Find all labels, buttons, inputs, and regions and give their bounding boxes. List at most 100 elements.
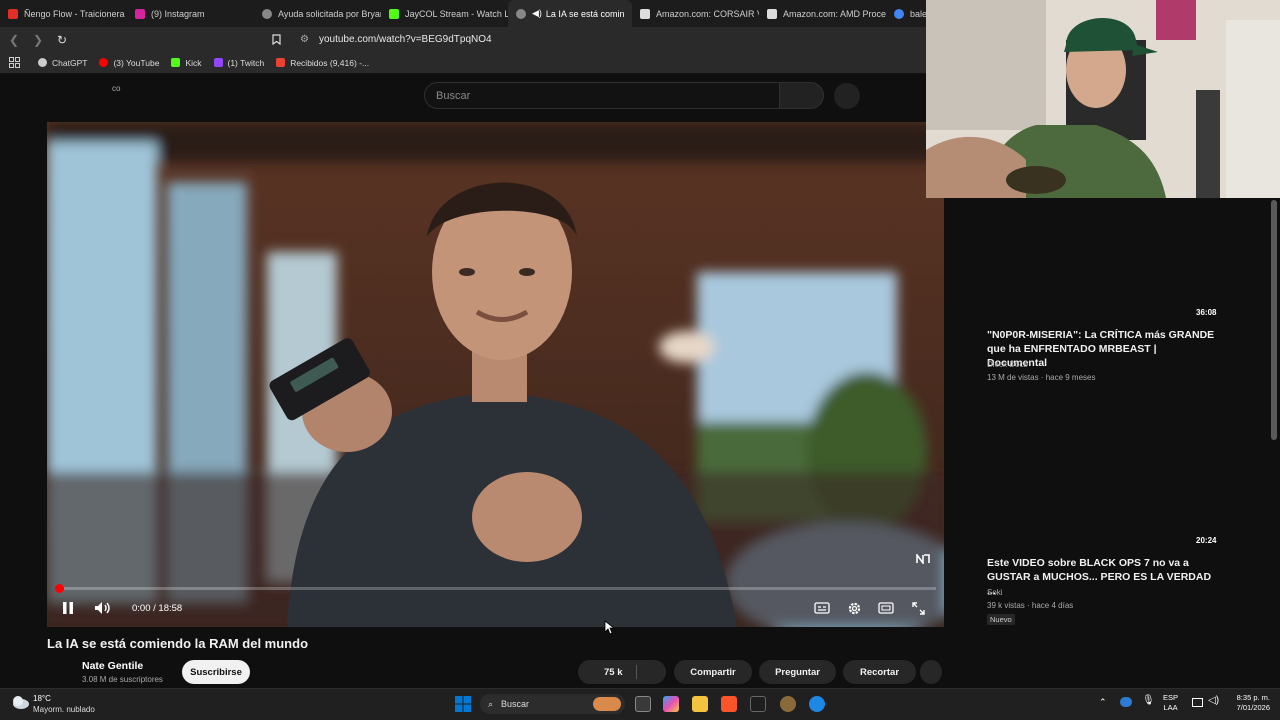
subtitles-icon [814, 602, 830, 614]
volume-icon [95, 602, 110, 614]
bookmark-chatgpt[interactable]: ChatGPT [38, 58, 87, 68]
tab-nengo-flow[interactable]: Ñengo Flow - Traicionera [0, 0, 127, 27]
bookmark-icon[interactable] [266, 30, 286, 50]
pause-icon [63, 602, 73, 614]
pause-button[interactable] [57, 597, 79, 619]
network-icon[interactable] [1192, 698, 1203, 707]
tab-instagram[interactable]: (9) Instagram [127, 0, 254, 27]
search-button[interactable] [780, 82, 824, 109]
back-button[interactable]: ❮ [4, 30, 24, 50]
taskbar-search[interactable]: ⌕ Buscar [480, 694, 625, 714]
bookmark-label: Recibidos (9,416) -... [290, 57, 370, 68]
brave-browser-icon[interactable] [721, 696, 737, 712]
tab-label: Amazon.com: CORSAIR Ve [656, 8, 759, 19]
more-actions-button[interactable] [920, 660, 942, 684]
settings-button[interactable] [843, 597, 865, 619]
app-launcher-icon[interactable] [809, 696, 825, 712]
globe-icon [516, 8, 526, 19]
kick-icon [389, 8, 399, 19]
speaker-icon: ◀) [532, 8, 542, 18]
subtitles-button[interactable] [811, 597, 833, 619]
language-indicator[interactable]: ESP LAA [1163, 693, 1178, 713]
url-text: youtube.com/watch?v=BEG9dTpqNO4 [318, 34, 492, 45]
recommendation-channel[interactable]: Dieck Docs [987, 360, 1027, 369]
video-frame [47, 122, 944, 627]
chevron-up-icon[interactable]: ⌃ [1099, 697, 1107, 707]
audio-app-icon[interactable] [750, 696, 766, 712]
url-field[interactable]: ⚙ youtube.com/watch?v=BEG9dTpqNO4 [300, 34, 492, 45]
search-icon: ⌕ [488, 698, 494, 709]
clip-button[interactable]: Recortar [843, 660, 916, 684]
tab-label: Ñengo Flow - Traicionera [24, 8, 125, 19]
chatgpt-icon [38, 58, 47, 67]
kick-icon [171, 58, 181, 67]
channel-name[interactable]: Nate Gentile [82, 660, 143, 672]
clock[interactable]: 8:35 p. m. 7/01/2026 [1228, 693, 1270, 713]
recommendation-meta: 39 k vistas · hace 4 días [987, 601, 1074, 610]
ask-button[interactable]: Preguntar [759, 660, 836, 684]
page-scrollbar[interactable] [1271, 200, 1277, 440]
bookmark-gmail[interactable]: Recibidos (9,416) -... [276, 58, 369, 68]
microphone-icon[interactable]: 🎙 [1142, 696, 1155, 706]
tab-active-video[interactable]: ◀) La IA se está comin ✕ [508, 0, 632, 27]
file-explorer-icon[interactable] [692, 696, 708, 712]
share-button[interactable]: Compartir [674, 660, 752, 684]
weather-description[interactable]: Mayorm. nublado [33, 705, 95, 714]
masthead-text: co [112, 84, 121, 93]
tab-jaycol-stream[interactable]: JayCOL Stream - Watch Li [381, 0, 508, 27]
bookmark-youtube[interactable]: (3) YouTube [99, 58, 159, 68]
video-player[interactable]: 0:00 / 18:58 [47, 122, 944, 627]
voice-search-button[interactable] [834, 83, 860, 109]
task-view-icon[interactable] [635, 696, 651, 712]
search-input[interactable]: Buscar [424, 82, 780, 109]
volume-button[interactable] [92, 597, 114, 619]
recommendation-title[interactable]: Este VIDEO sobre BLACK OPS 7 no va a GUS… [987, 556, 1217, 598]
taskbar-search-label: Buscar [501, 699, 530, 709]
webcam-overlay [926, 0, 1280, 198]
tab-label: JayCOL Stream - Watch Li [405, 8, 508, 19]
subscribe-button[interactable]: Suscribirse [182, 660, 250, 684]
channel-avatar[interactable] [47, 660, 73, 686]
fullscreen-icon [911, 601, 925, 615]
reload-button[interactable]: ↻ [52, 30, 72, 50]
instagram-icon [135, 8, 145, 19]
tab-ayuda[interactable]: Ayuda solicitada por Bryan [254, 0, 381, 27]
progress-bar[interactable] [55, 584, 936, 593]
onedrive-icon[interactable] [1120, 697, 1132, 707]
theater-mode-button[interactable] [875, 597, 897, 619]
tab-label: Amazon.com: AMD Proce [783, 8, 886, 19]
bookmark-kick[interactable]: Kick [171, 57, 202, 68]
twitch-icon [213, 58, 223, 67]
forward-button[interactable]: ❯ [28, 30, 48, 50]
amazon-icon [767, 8, 777, 19]
weather-temperature[interactable]: 18°C [33, 694, 51, 703]
youtube-icon [99, 58, 109, 67]
copilot-icon[interactable] [663, 696, 679, 712]
like-button[interactable]: 75 k [578, 660, 666, 684]
mouse-cursor-icon [604, 620, 614, 635]
bookmark-label: Kick [185, 57, 202, 68]
scrubber-handle[interactable] [55, 584, 64, 593]
volume-icon[interactable]: ◁) [1208, 696, 1219, 706]
bookmark-label: (1) Twitch [227, 57, 265, 68]
tab-amazon-amd[interactable]: Amazon.com: AMD Proce [759, 0, 886, 27]
site-info-icon[interactable]: ⚙ [300, 34, 309, 45]
tab-label: La IA se está comin [545, 8, 625, 19]
recommendation-channel[interactable]: Soki [987, 588, 1003, 597]
gear-icon [848, 602, 860, 614]
game-app-icon[interactable] [780, 696, 796, 712]
windows-start-icon[interactable] [455, 696, 471, 712]
bookmark-twitch[interactable]: (1) Twitch [213, 57, 265, 68]
search-highlight-icon [593, 697, 621, 711]
gmail-icon [276, 58, 286, 67]
weather-cloud-icon[interactable] [10, 694, 30, 710]
fullscreen-button[interactable] [907, 597, 929, 619]
apps-grid-icon[interactable] [4, 53, 24, 73]
subscriber-count: 3.08 M de suscriptores [82, 675, 163, 684]
youtube-search: Buscar [424, 82, 824, 109]
channel-watermark-icon[interactable] [916, 554, 930, 564]
like-divider [636, 665, 637, 679]
like-count: 75 k [604, 666, 623, 678]
tab-google[interactable]: bale [886, 0, 926, 27]
tab-amazon-corsair[interactable]: Amazon.com: CORSAIR Ve [632, 0, 759, 27]
